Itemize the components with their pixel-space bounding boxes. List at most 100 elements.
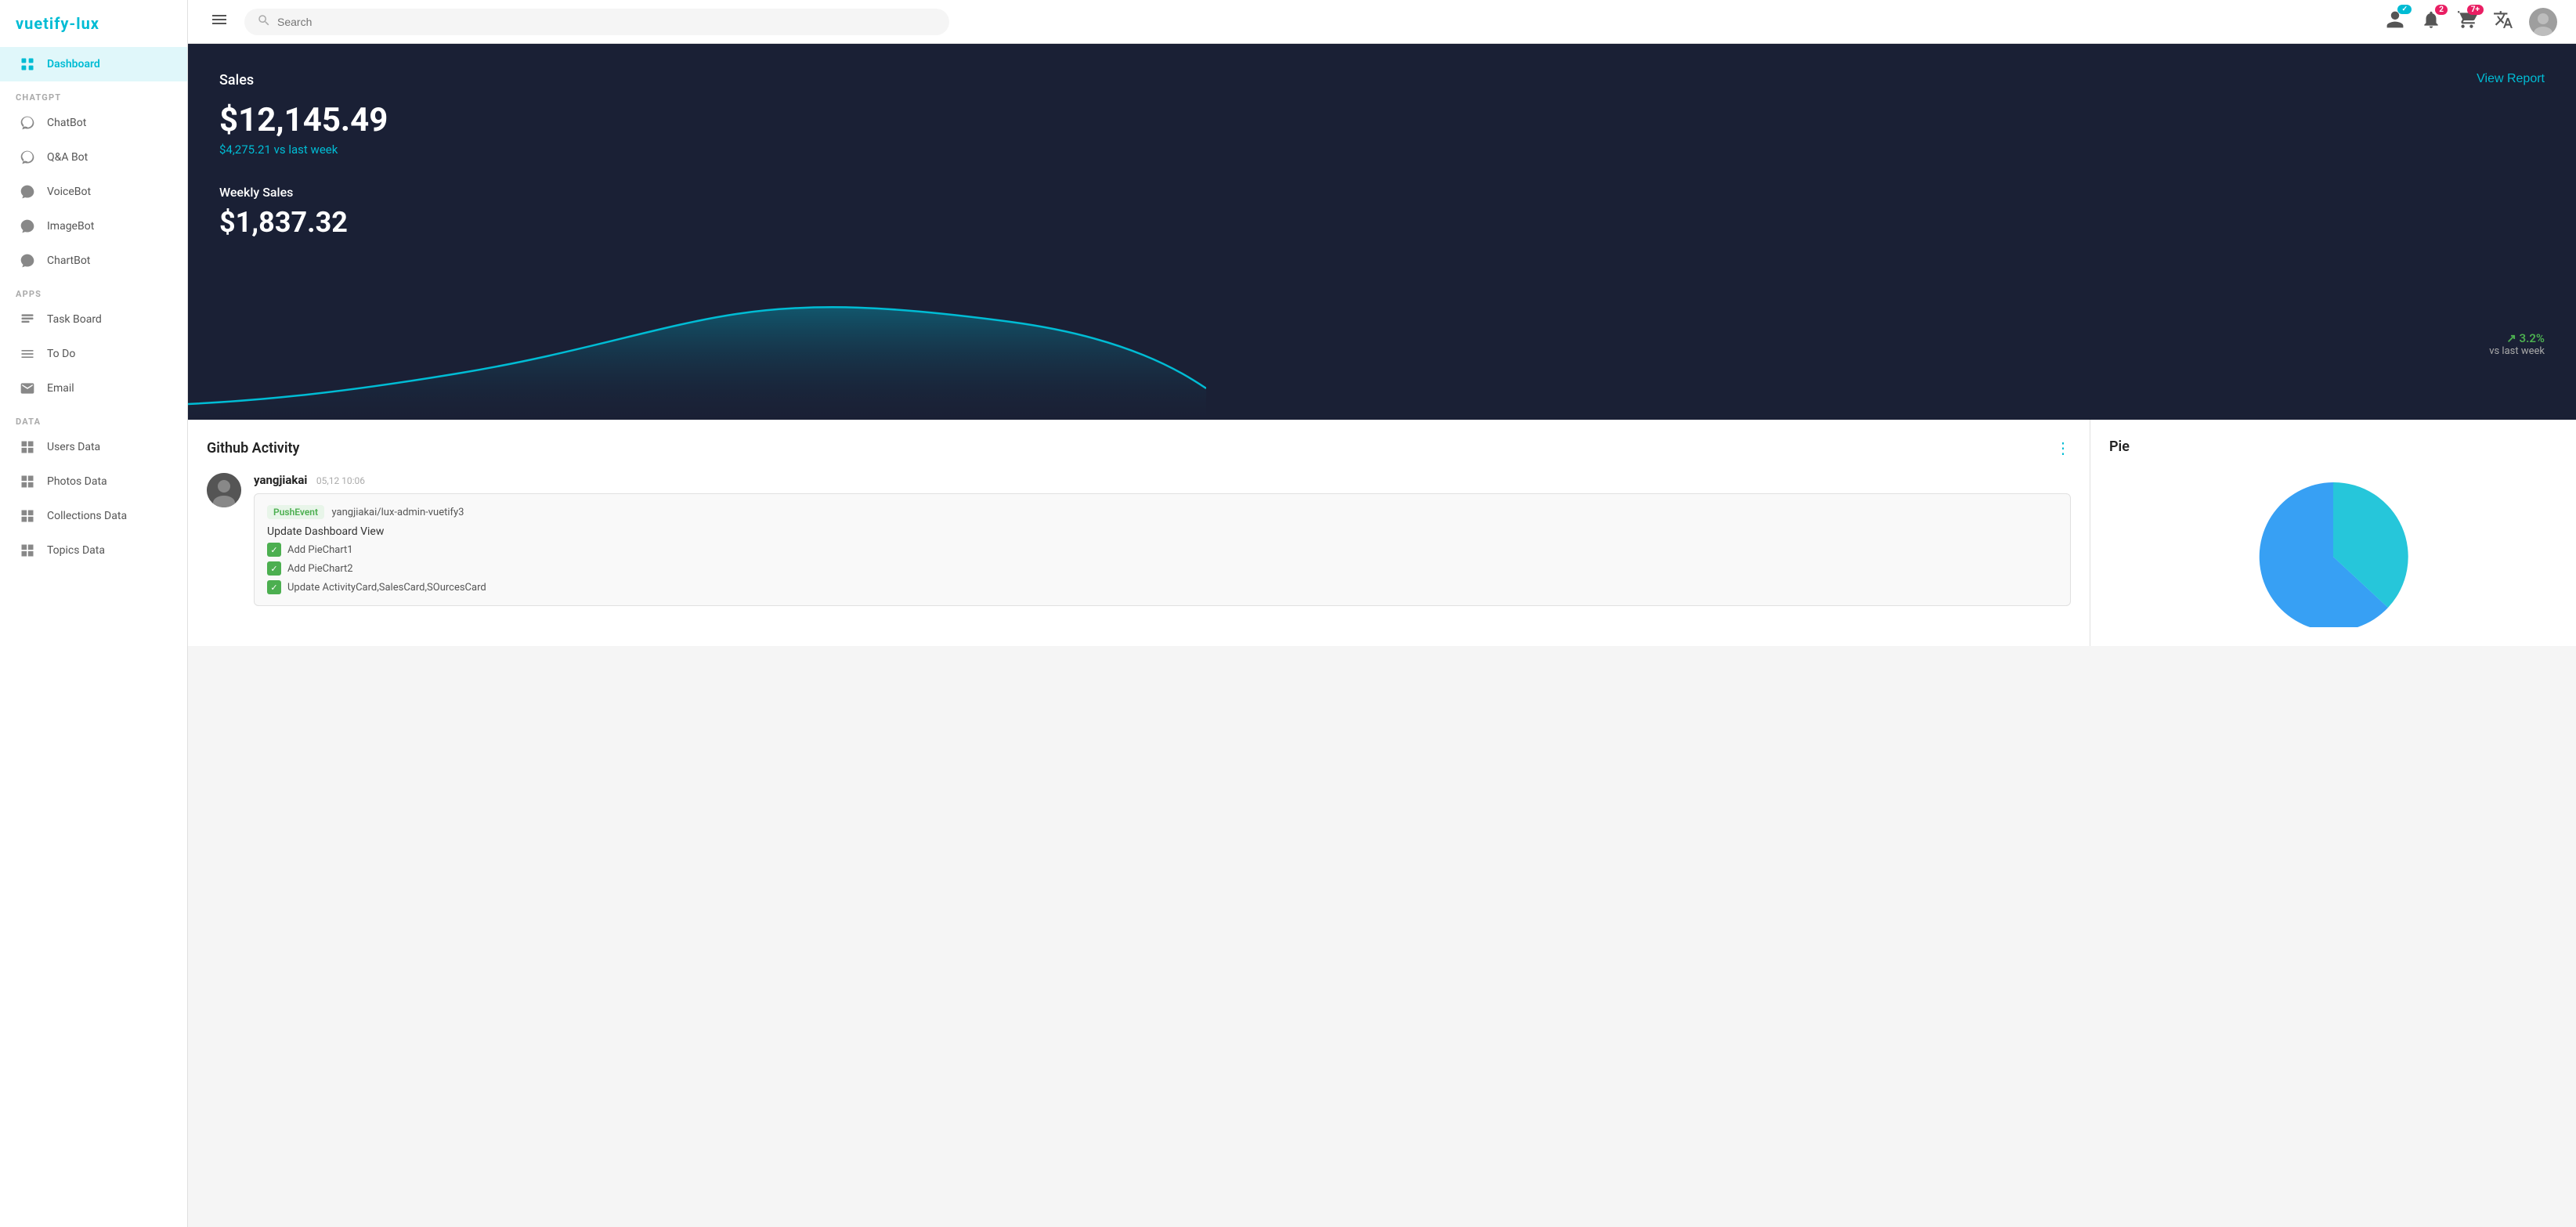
collectionsdata-icon — [19, 507, 36, 525]
github-card-title: Github Activity — [207, 440, 300, 457]
photosdata-label: Photos Data — [47, 475, 107, 488]
qabot-label: Q&A Bot — [47, 151, 88, 164]
chatbot-label: ChatBot — [47, 117, 86, 129]
view-report-button[interactable]: View Report — [2477, 72, 2545, 86]
pie-chart-container — [2109, 471, 2557, 627]
profile-badge: ✓ — [2397, 5, 2412, 14]
commit-username: yangjiakai — [254, 473, 307, 487]
checklist-label-1: Add PieChart2 — [287, 563, 353, 575]
search-icon — [257, 13, 271, 31]
email-icon — [19, 380, 36, 397]
pie-card-title: Pie — [2109, 438, 2130, 455]
email-label: Email — [47, 382, 74, 395]
imagebot-label: ImageBot — [47, 220, 94, 233]
sidebar-item-email[interactable]: Email — [0, 371, 187, 406]
taskboard-label: Task Board — [47, 313, 102, 326]
sidebar-item-dashboard[interactable]: Dashboard — [0, 47, 187, 81]
sales-chart — [188, 279, 1206, 420]
sidebar-item-topicsdata[interactable]: Topics Data — [0, 533, 187, 568]
sidebar-item-collectionsdata[interactable]: Collections Data — [0, 499, 187, 533]
avatar[interactable] — [2529, 8, 2557, 36]
change-badge: ↗ 3.2% vs last week — [2489, 331, 2545, 357]
usersdata-icon — [19, 438, 36, 456]
pie-card-header: Pie — [2109, 438, 2557, 455]
checklist-item-1: ✓ Add PieChart2 — [267, 561, 2058, 576]
translate-button[interactable] — [2493, 9, 2513, 34]
usersdata-label: Users Data — [47, 441, 100, 453]
topicsdata-label: Topics Data — [47, 544, 105, 557]
pie-card: Pie — [2090, 420, 2576, 646]
todo-icon — [19, 345, 36, 363]
repo-link[interactable]: yangjiakai/lux-admin-vuetify3 — [332, 507, 464, 518]
sidebar-item-usersdata[interactable]: Users Data — [0, 430, 187, 464]
commit-avatar — [207, 473, 241, 507]
github-menu-button[interactable]: ⋮ — [2055, 438, 2071, 457]
search-input[interactable] — [277, 16, 937, 28]
sales-card-header: Sales View Report — [219, 72, 2545, 88]
checklist-item-0: ✓ Add PieChart1 — [267, 543, 2058, 557]
sidebar: vuetify-lux Dashboard CHATGPT ChatBot Q&… — [0, 0, 188, 1227]
qabot-icon — [19, 149, 36, 166]
dashboard-label: Dashboard — [47, 58, 100, 70]
chatbot-icon — [19, 114, 36, 132]
pie-chart — [2224, 471, 2443, 627]
cart-button[interactable]: 7+ — [2457, 9, 2477, 34]
profile-button[interactable]: ✓ — [2385, 9, 2405, 34]
github-activity-card: Github Activity ⋮ yangjiakai 05,12 10:06… — [188, 420, 2090, 646]
commit-timestamp: 05,12 10:06 — [316, 475, 365, 486]
checklist-item-2: ✓ Update ActivityCard,SalesCard,SOurcesC… — [267, 580, 2058, 594]
voicebot-icon — [19, 183, 36, 200]
cart-badge: 7+ — [2467, 5, 2484, 15]
imagebot-icon — [19, 218, 36, 235]
topbar: ✓ 2 7+ — [188, 0, 2576, 44]
todo-label: To Do — [47, 348, 75, 360]
commit-message: Update Dashboard View — [267, 525, 2058, 538]
change-label: vs last week — [2489, 345, 2545, 357]
event-tag: PushEvent — [267, 505, 324, 519]
sidebar-item-chatbot[interactable]: ChatBot — [0, 106, 187, 140]
search-bar — [244, 9, 949, 35]
github-card-header: Github Activity ⋮ — [207, 438, 2071, 457]
section-chatgpt: CHATGPT — [0, 81, 187, 106]
menu-button[interactable] — [207, 7, 232, 37]
commit-row: yangjiakai 05,12 10:06 PushEvent yangjia… — [207, 473, 2071, 606]
sidebar-item-taskboard[interactable]: Task Board — [0, 302, 187, 337]
notification-button[interactable]: 2 — [2421, 9, 2441, 34]
sales-vs-last-week: $4,275.21 vs last week — [219, 143, 2545, 157]
change-percent: ↗ 3.2% — [2489, 331, 2545, 345]
main-area: ✓ 2 7+ Sales View Report — [188, 0, 2576, 1227]
sidebar-item-todo[interactable]: To Do — [0, 337, 187, 371]
logo-accent: -lux — [69, 14, 99, 33]
sales-card: Sales View Report $12,145.49 $4,275.21 v… — [188, 44, 2576, 420]
sales-title: Sales — [219, 72, 254, 88]
checklist-label-0: Add PieChart1 — [287, 544, 353, 556]
commit-box: PushEvent yangjiakai/lux-admin-vuetify3 … — [254, 493, 2071, 606]
checklist-label-2: Update ActivityCard,SalesCard,SOurcesCar… — [287, 582, 486, 594]
commit-event-line: PushEvent yangjiakai/lux-admin-vuetify3 — [267, 505, 2058, 519]
chartbot-icon — [19, 252, 36, 269]
sidebar-item-imagebot[interactable]: ImageBot — [0, 209, 187, 244]
logo: vuetify-lux — [0, 0, 187, 47]
notification-badge: 2 — [2435, 5, 2448, 15]
commit-info: yangjiakai 05,12 10:06 PushEvent yangjia… — [254, 473, 2071, 606]
weekly-sales-label: Weekly Sales — [219, 185, 2545, 200]
section-apps: APPS — [0, 278, 187, 302]
sidebar-item-voicebot[interactable]: VoiceBot — [0, 175, 187, 209]
topbar-icons: ✓ 2 7+ — [2385, 8, 2557, 36]
sales-amount: $12,145.49 — [219, 101, 2545, 139]
chartbot-label: ChartBot — [47, 254, 90, 267]
weekly-sales-amount: $1,837.32 — [219, 206, 2545, 239]
section-data: DATA — [0, 406, 187, 430]
dashboard-icon — [19, 56, 36, 73]
bottom-section: Github Activity ⋮ yangjiakai 05,12 10:06… — [188, 420, 2576, 646]
sidebar-item-chartbot[interactable]: ChartBot — [0, 244, 187, 278]
sidebar-item-qabot[interactable]: Q&A Bot — [0, 140, 187, 175]
check-icon-2: ✓ — [267, 580, 281, 594]
sidebar-item-photosdata[interactable]: Photos Data — [0, 464, 187, 499]
check-icon-1: ✓ — [267, 561, 281, 576]
logo-main: vuetify — [16, 14, 69, 33]
content: Sales View Report $12,145.49 $4,275.21 v… — [188, 44, 2576, 1227]
taskboard-icon — [19, 311, 36, 328]
topicsdata-icon — [19, 542, 36, 559]
voicebot-label: VoiceBot — [47, 186, 91, 198]
